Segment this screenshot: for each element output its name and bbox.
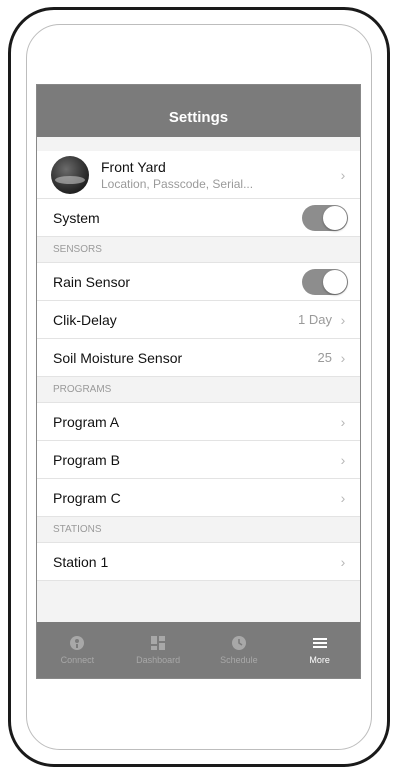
tab-more-label: More [309,655,330,665]
tab-dashboard-label: Dashboard [136,655,181,665]
program-b-label: Program B [53,451,120,468]
system-label: System [53,209,100,226]
controller-subtitle: Location, Passcode, Serial... [101,176,254,191]
controller-profile-row[interactable]: Front Yard Location, Passcode, Serial...… [37,151,360,199]
settings-list: Front Yard Location, Passcode, Serial...… [37,137,360,623]
clik-delay-value: 1 Day [298,312,332,327]
chevron-right-icon: › [340,489,346,506]
toggle-knob [323,269,347,294]
tab-schedule-label: Schedule [220,655,258,665]
tab-more[interactable]: More [279,622,360,678]
page-title: Settings [168,108,229,126]
tab-dashboard[interactable]: Dashboard [118,622,199,678]
tab-schedule[interactable]: Schedule [199,622,280,678]
station-1-label: Station 1 [53,553,109,570]
chevron-right-icon: › [340,553,346,570]
tab-connect[interactable]: Connect [37,622,118,678]
clik-delay-row[interactable]: Clik-Delay 1 Day › [37,301,360,339]
chevron-right-icon: › [340,413,346,430]
system-toggle[interactable] [302,204,348,231]
tab-connect-label: Connect [60,655,95,665]
rain-sensor-toggle[interactable] [302,268,348,295]
soil-moisture-row[interactable]: Soil Moisture Sensor 25 › [37,339,360,377]
toggle-knob [323,205,347,230]
rain-sensor-row: Rain Sensor [37,263,360,301]
program-c-label: Program C [53,489,121,506]
connect-icon [70,636,85,650]
controller-name: Front Yard [101,158,166,175]
menu-icon [312,638,327,648]
chevron-right-icon: › [340,349,346,366]
top-spacer [37,137,360,151]
station-1-row[interactable]: Station 1 › [37,543,360,581]
system-row: System [37,199,360,237]
chevron-right-icon: › [340,311,346,328]
controller-avatar [51,155,89,194]
section-header-stations: STATIONS [37,517,360,543]
section-header-sensors: SENSORS [37,237,360,263]
program-b-row[interactable]: Program B › [37,441,360,479]
dashboard-icon [151,636,166,650]
program-a-row[interactable]: Program A › [37,403,360,441]
nav-bar: Settings [37,85,360,137]
clik-delay-label: Clik-Delay [53,311,117,328]
clock-icon [231,636,246,650]
app-screen: Settings Front Yard Location, Passcode, … [36,84,361,679]
program-a-label: Program A [53,413,120,430]
program-c-row[interactable]: Program C › [37,479,360,517]
profile-text: Front Yard Location, Passcode, Serial... [101,159,338,191]
chevron-right-icon: › [340,451,346,468]
section-header-programs: PROGRAMS [37,377,360,403]
chevron-right-icon: › [340,166,346,183]
rain-sensor-label: Rain Sensor [53,273,131,290]
soil-moisture-value: 25 [317,350,332,365]
soil-moisture-label: Soil Moisture Sensor [53,349,183,366]
tab-bar: Connect Dashboard Schedule More [37,622,360,678]
